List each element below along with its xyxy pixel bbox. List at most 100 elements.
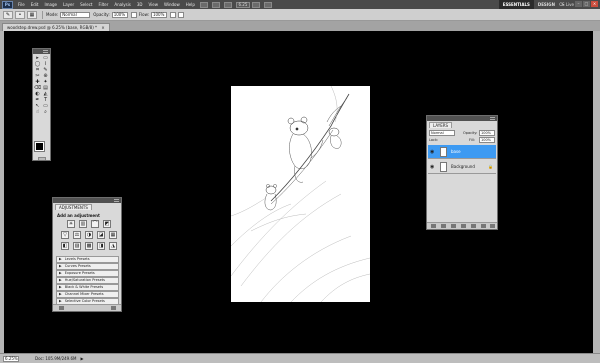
brush-tool-preset-icon[interactable]: ✎ <box>3 10 13 19</box>
menu-bar: Ps File Edit Image Layer Select Filter A… <box>0 0 600 9</box>
clip-to-layer-icon[interactable] <box>59 306 64 310</box>
curves-icon[interactable]: ⌒ <box>91 220 99 228</box>
brush-size-picker[interactable]: • <box>15 10 25 19</box>
pressure-size-toggle[interactable] <box>177 11 184 18</box>
artboard[interactable] <box>230 85 371 303</box>
opacity-label: Opacity: <box>93 12 110 17</box>
hand-icon[interactable] <box>223 1 232 8</box>
layer-thumbnail <box>440 162 447 172</box>
new-layer-icon[interactable] <box>481 224 486 228</box>
invert-icon[interactable]: ◧ <box>61 242 69 250</box>
adjustments-panel-header[interactable] <box>53 198 121 203</box>
preset-item[interactable]: ▶ Channel Mixer Presets <box>56 291 119 298</box>
photo-filter-icon[interactable]: ▦ <box>109 231 117 239</box>
menu-analysis[interactable]: Analysis <box>111 0 133 9</box>
document-tab[interactable]: woodstep.drew.psd @ 6.25% (base, RGB/8) … <box>2 23 110 31</box>
preset-item[interactable]: ▶ Levels Presets <box>56 256 119 263</box>
brush-panel-toggle-icon[interactable]: ▦ <box>27 10 37 19</box>
options-bar: ✎ • ▦ Mode: Normal Opacity: 100% Flow: 1… <box>0 9 600 21</box>
preset-item[interactable]: ▶ Exposure Presets <box>56 270 119 277</box>
preset-item[interactable]: ▶ Curves Presets <box>56 263 119 270</box>
status-menu-icon[interactable]: ▶ <box>81 356 84 361</box>
color-swatches <box>34 141 49 155</box>
brightness-contrast-icon[interactable]: ☀ <box>67 220 75 228</box>
opacity-field[interactable]: 100% <box>111 11 128 18</box>
menu-window[interactable]: Window <box>161 0 183 9</box>
visibility-eye-icon[interactable]: ◉ <box>430 149 434 155</box>
mini-bridge-icon[interactable] <box>211 1 220 8</box>
workspace-design[interactable]: DESIGN <box>534 0 559 9</box>
visibility-eye-icon[interactable]: ◉ <box>430 164 434 170</box>
preset-label: Curves Presets <box>64 264 91 268</box>
status-bar: 6.25% Doc: 105.9M/249.6M ▶ <box>0 353 600 363</box>
airbrush-toggle[interactable] <box>169 11 176 18</box>
posterize-icon[interactable]: ▨ <box>73 242 81 250</box>
selective-color-icon[interactable]: ◮ <box>109 242 117 250</box>
zoom-tool-icon[interactable]: ⌕ <box>42 110 49 115</box>
delete-layer-icon[interactable] <box>490 224 495 228</box>
bridge-icon[interactable] <box>199 1 208 8</box>
minimize-button[interactable]: – <box>575 1 582 7</box>
fill-label: Fill: <box>469 138 475 142</box>
adjustment-icons-row-3: ◧ ▨ ▩ ◨ ◮ <box>61 242 117 250</box>
add-mask-icon[interactable] <box>451 224 456 228</box>
link-layers-icon[interactable] <box>431 224 436 228</box>
menu-help[interactable]: Help <box>183 0 198 9</box>
color-balance-icon[interactable]: ◑ <box>85 231 93 239</box>
foreground-color-swatch[interactable] <box>34 141 45 152</box>
exposure-icon[interactable]: ◩ <box>103 220 111 228</box>
adjustment-icons-row-1: ☀ ▥ ⌒ ◩ <box>67 220 111 228</box>
photoshop-logo: Ps <box>2 0 13 9</box>
arrange-documents-icon[interactable] <box>251 1 260 8</box>
blend-mode-select[interactable]: Normal <box>429 130 455 136</box>
layer-fill-field[interactable]: 100% <box>479 137 495 143</box>
adjustment-layer-icon[interactable] <box>461 224 466 228</box>
menu-3d[interactable]: 3D <box>134 0 146 9</box>
menu-view[interactable]: View <box>146 0 162 9</box>
screen-mode-icon[interactable] <box>263 1 272 8</box>
threshold-icon[interactable]: ▩ <box>85 242 93 250</box>
hand-tool-icon[interactable]: ☝ <box>34 110 41 115</box>
levels-icon[interactable]: ▥ <box>79 220 87 228</box>
layer-row-background[interactable]: ◉ Background 🔒 <box>428 160 496 174</box>
quick-mask-icon[interactable] <box>38 157 46 160</box>
vibrance-icon[interactable]: ▽ <box>61 231 69 239</box>
layers-panel-header[interactable] <box>427 116 497 121</box>
menu-file[interactable]: File <box>15 0 28 9</box>
black-white-icon[interactable]: ◪ <box>97 231 105 239</box>
new-group-icon[interactable] <box>471 224 476 228</box>
hue-saturation-icon[interactable]: ⚖ <box>73 231 81 239</box>
preset-label: Exposure Presets <box>64 271 95 275</box>
workspace-essentials[interactable]: ESSENTIALS <box>498 0 534 9</box>
close-button[interactable]: × <box>591 1 598 7</box>
mode-select[interactable]: Normal <box>60 11 91 18</box>
tools-panel-header[interactable] <box>33 49 50 54</box>
cs-live-button[interactable]: CS Live <box>559 0 574 9</box>
adjustments-panel: ADJUSTMENTS Add an adjustment ☀ ▥ ⌒ ◩ ▽ … <box>52 197 122 312</box>
expand-triangle-icon: ▶ <box>59 257 62 261</box>
layers-footer <box>427 222 497 229</box>
adjustments-title: Add an adjustment <box>57 213 100 218</box>
grip-icon <box>114 199 119 202</box>
menu-image[interactable]: Image <box>41 0 60 9</box>
menu-layer[interactable]: Layer <box>60 0 77 9</box>
flow-field[interactable]: 100% <box>150 11 167 18</box>
close-tab-icon[interactable]: × <box>101 25 104 30</box>
menu-select[interactable]: Select <box>77 0 95 9</box>
menu-edit[interactable]: Edit <box>28 0 42 9</box>
zoom-level-field[interactable]: 6.25 <box>235 1 250 8</box>
layer-row-base[interactable]: ◉ base <box>428 145 496 159</box>
menu-filter[interactable]: Filter <box>95 0 111 9</box>
gradient-map-icon[interactable]: ◨ <box>97 242 105 250</box>
pressure-opacity-toggle[interactable] <box>130 11 137 18</box>
status-zoom-field[interactable]: 6.25% <box>3 355 19 362</box>
flow-label: Flow: <box>138 12 149 17</box>
tab-layers[interactable]: LAYERS <box>429 122 453 128</box>
tab-adjustments[interactable]: ADJUSTMENTS <box>55 204 92 210</box>
panel-options-icon[interactable] <box>111 306 116 310</box>
preset-item[interactable]: ▶ Black & White Presets <box>56 284 119 291</box>
preset-item[interactable]: ▶ Hue/Saturation Presets <box>56 277 119 284</box>
layer-style-icon[interactable] <box>441 224 446 228</box>
layer-opacity-field[interactable]: 100% <box>479 130 495 136</box>
maximize-button[interactable]: □ <box>583 1 590 7</box>
